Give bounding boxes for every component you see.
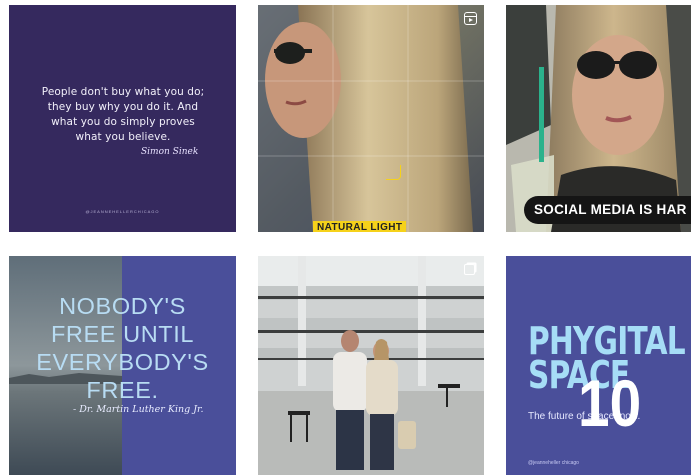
post-tile-quote[interactable]: People don't buy what you do; they buy w… [9,5,236,232]
carousel-icon [464,264,475,275]
quote-handle: @JEANNEHELLERCHICAGO [85,209,160,214]
overlay-number: 10 [578,366,642,440]
natural-light-caption: NATURAL LIGHT [313,221,407,232]
post-tile-natural-light[interactable]: NATURAL LIGHT [258,5,484,232]
reels-icon [464,12,477,25]
nobody-line-2: FREE UNTIL [50,321,195,347]
social-media-caption: SOCIAL MEDIA IS HAR [524,196,691,224]
profile-post-grid: People don't buy what you do; they buy w… [0,0,691,475]
nobody-line-3: EVERYBODY'S [36,349,209,375]
post-tile-group-photo[interactable] [258,256,484,475]
quote-text: People don't buy what you do; they buy w… [41,86,205,143]
focus-corner-icon [386,165,401,180]
post-tile-nobody-free[interactable]: NOBODY'S FREE UNTIL EVERYBODY'S FREE. - … [9,256,236,475]
quote-signature: Simon Sinek [141,147,199,157]
nobody-line-4: FREE. [86,377,159,403]
nobody-line-1: NOBODY'S [59,293,186,319]
atrium-photo [258,256,484,475]
post-tile-social-media[interactable]: SOCIAL MEDIA IS HAR [506,5,691,232]
post-tile-phygital[interactable]: PHYGITAL SPACE The future of space, now.… [506,256,691,475]
nobody-signature: - Dr. Martin Luther King Jr. [73,404,204,415]
phygital-handle: @jeanneheller chicago [528,460,579,466]
selfie-photo [258,5,484,232]
nobody-free-quote: NOBODY'S FREE UNTIL EVERYBODY'S FREE. [9,292,236,404]
